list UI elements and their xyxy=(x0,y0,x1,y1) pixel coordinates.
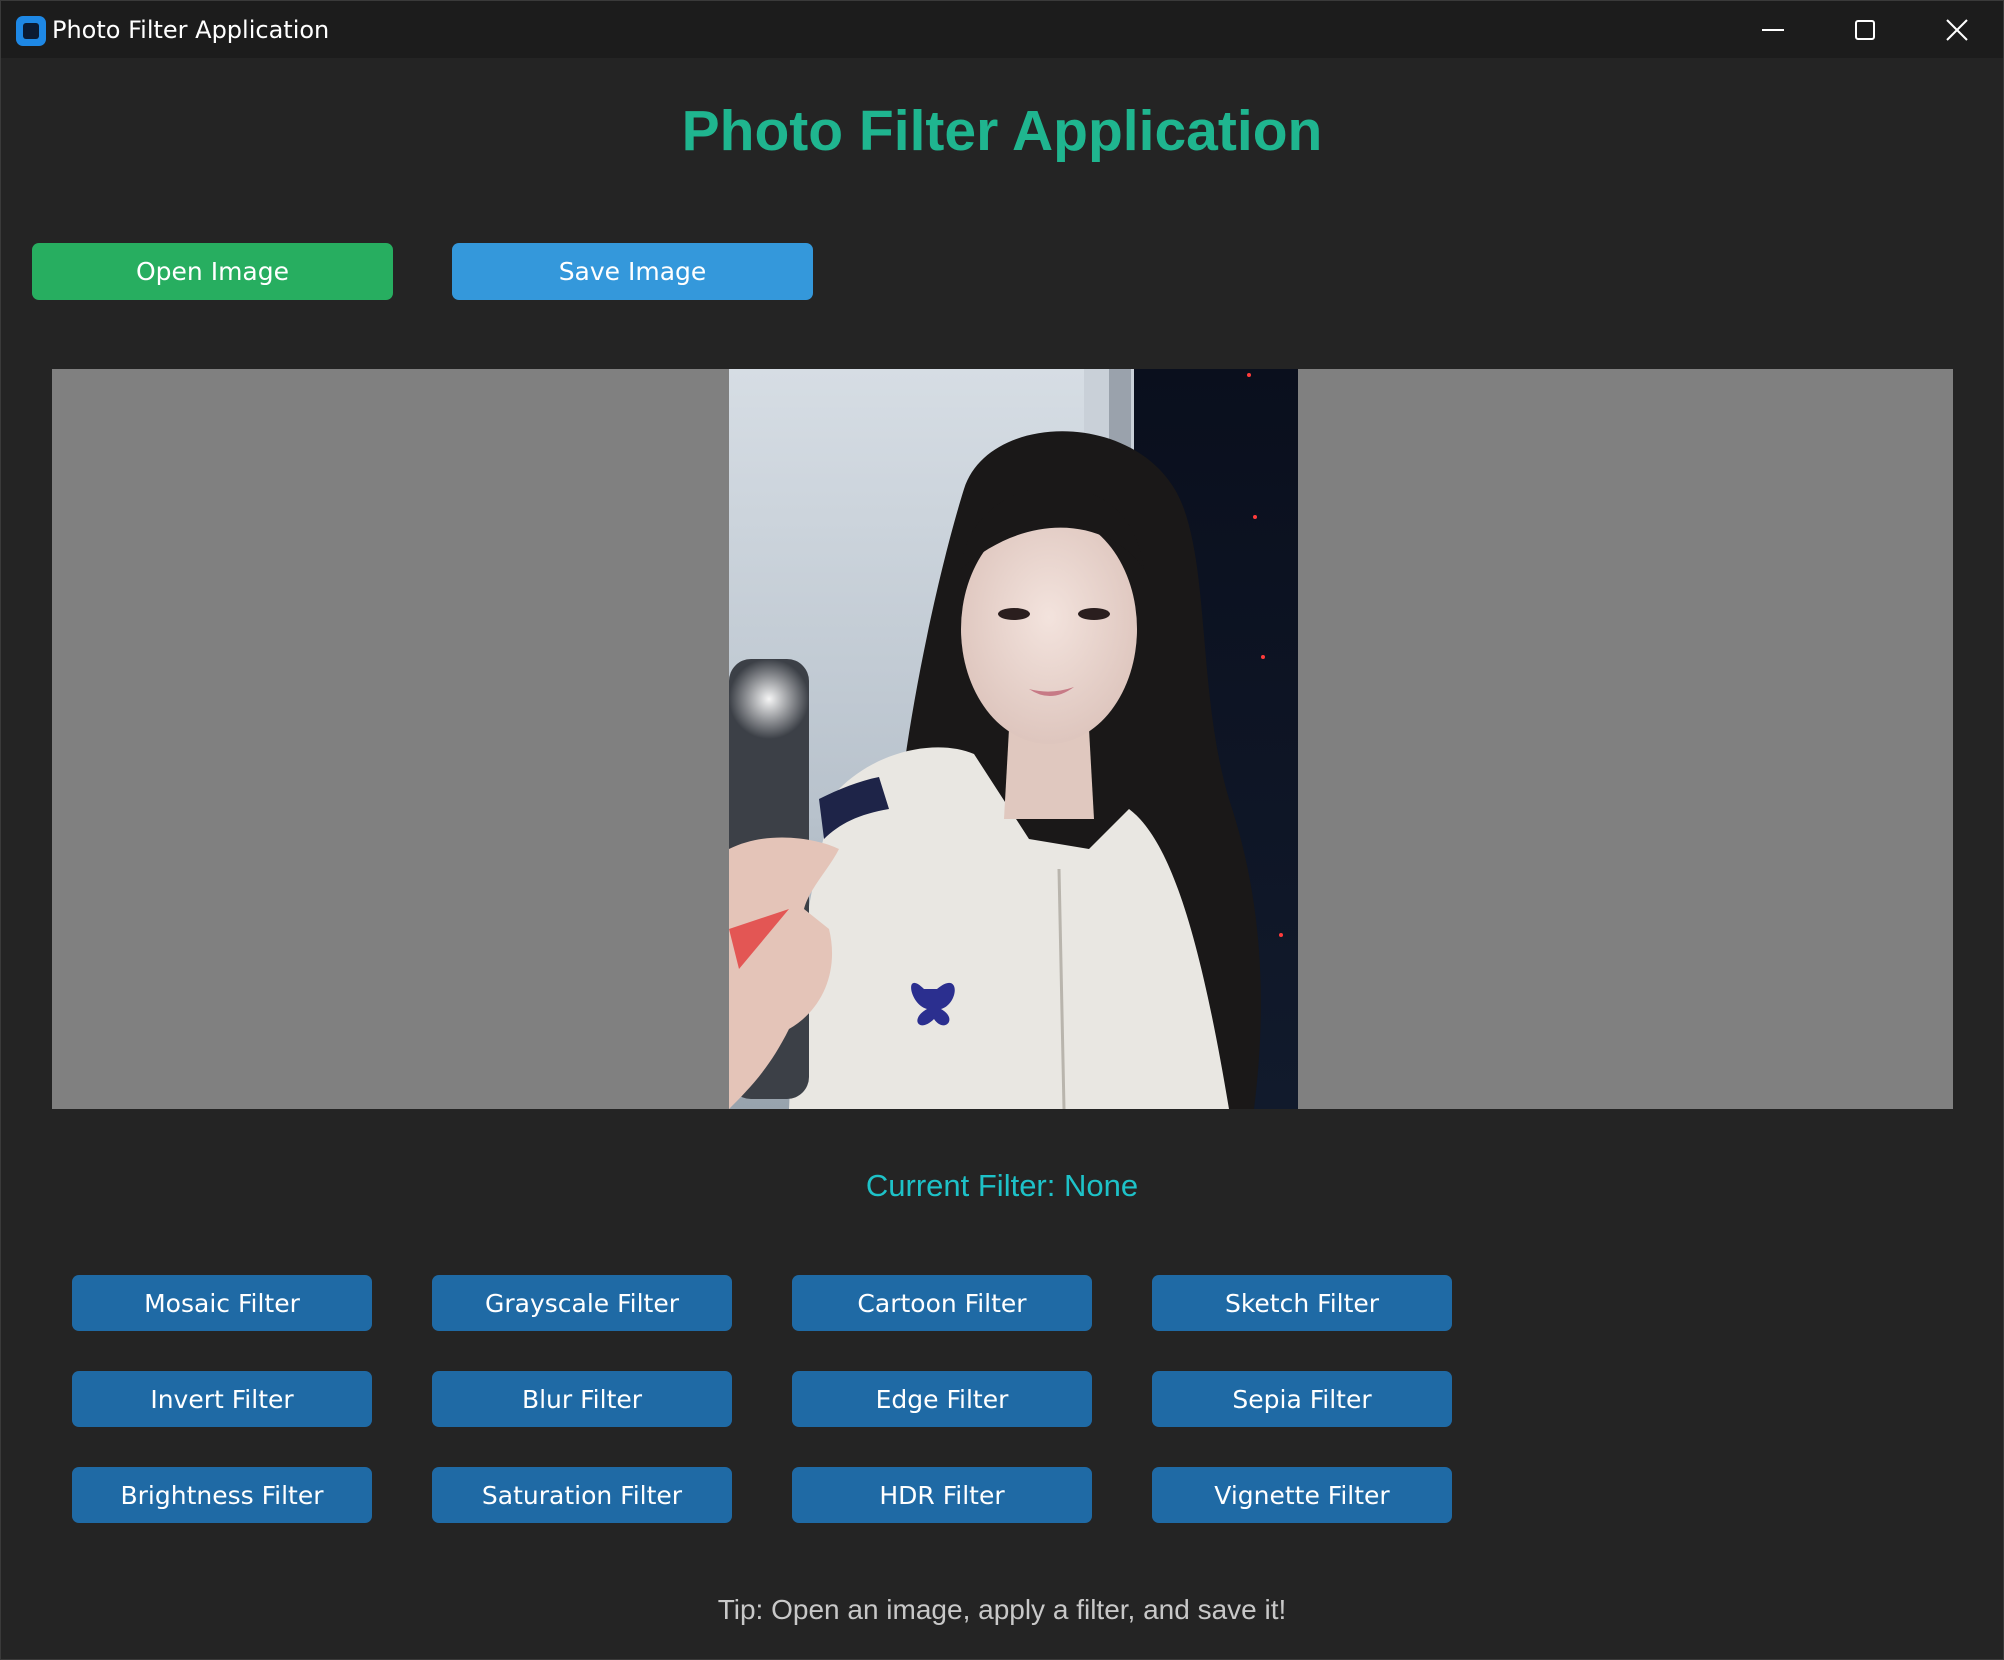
photo-preview xyxy=(729,369,1298,1109)
vignette-filter-button[interactable]: Vignette Filter xyxy=(1152,1467,1452,1523)
grayscale-filter-button[interactable]: Grayscale Filter xyxy=(432,1275,732,1331)
current-filter-label: Current Filter: None xyxy=(865,1168,1139,1203)
minimize-button[interactable] xyxy=(1727,1,1819,58)
app-icon xyxy=(16,16,46,46)
close-icon xyxy=(1946,19,1968,41)
tip-text: Tip: Open an image, apply a filter, and … xyxy=(717,1594,1287,1625)
minimize-icon xyxy=(1762,29,1784,31)
close-button[interactable] xyxy=(1911,1,2003,58)
title-bar[interactable]: Photo Filter Application xyxy=(1,1,2003,58)
cartoon-filter-button[interactable]: Cartoon Filter xyxy=(792,1275,1092,1331)
edge-filter-button[interactable]: Edge Filter xyxy=(792,1371,1092,1427)
app-window: Photo Filter Application Photo Filter Ap… xyxy=(0,0,2004,1660)
saturation-filter-button[interactable]: Saturation Filter xyxy=(432,1467,732,1523)
open-image-button[interactable]: Open Image xyxy=(32,243,393,300)
maximize-button[interactable] xyxy=(1819,1,1911,58)
invert-filter-button[interactable]: Invert Filter xyxy=(72,1371,372,1427)
image-canvas xyxy=(52,369,1953,1109)
mosaic-filter-button[interactable]: Mosaic Filter xyxy=(72,1275,372,1331)
maximize-icon xyxy=(1855,20,1875,40)
hdr-filter-button[interactable]: HDR Filter xyxy=(792,1467,1092,1523)
window-title: Photo Filter Application xyxy=(52,16,330,44)
blur-filter-button[interactable]: Blur Filter xyxy=(432,1371,732,1427)
page-title: Photo Filter Application xyxy=(681,99,1323,163)
brightness-filter-button[interactable]: Brightness Filter xyxy=(72,1467,372,1523)
save-image-button[interactable]: Save Image xyxy=(452,243,813,300)
sepia-filter-button[interactable]: Sepia Filter xyxy=(1152,1371,1452,1427)
photo-image xyxy=(729,369,1298,1109)
sketch-filter-button[interactable]: Sketch Filter xyxy=(1152,1275,1452,1331)
